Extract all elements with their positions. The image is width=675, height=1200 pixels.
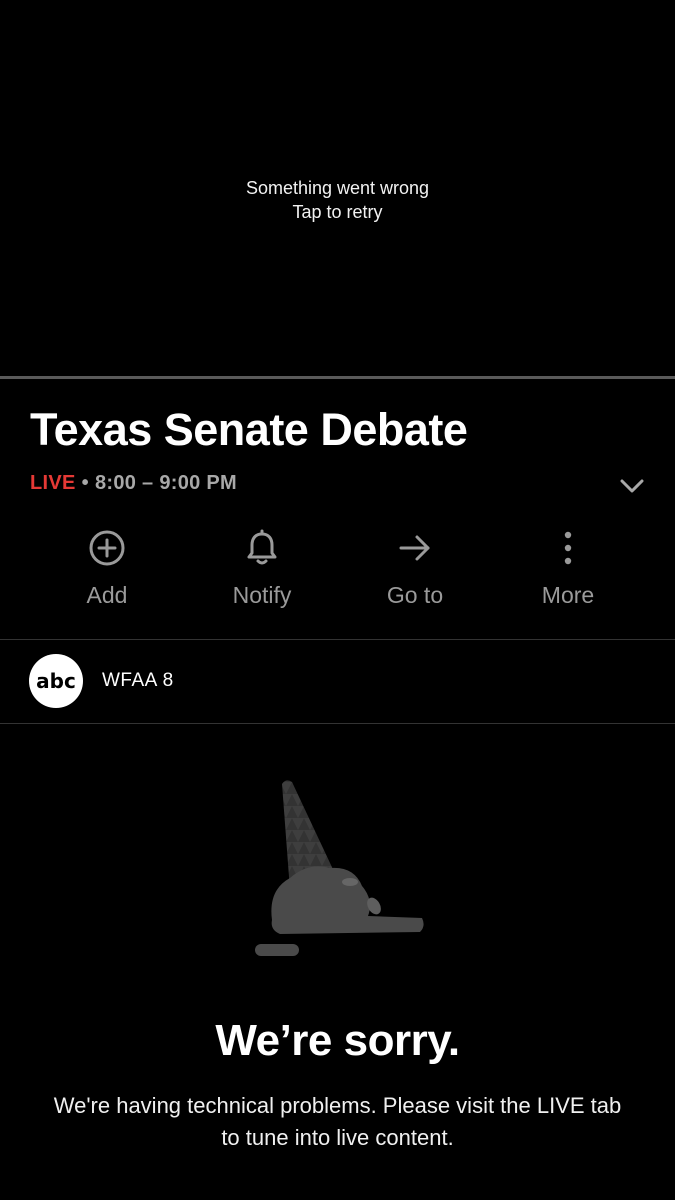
chevron-down-icon[interactable]	[614, 470, 650, 502]
add-button[interactable]: Add	[30, 526, 184, 616]
player-error-text: Something went wrong	[245, 178, 430, 198]
meta-separator: •	[81, 472, 89, 494]
more-button[interactable]: More	[491, 526, 645, 616]
abc-logo: abc	[29, 654, 83, 708]
retry-text[interactable]: Tap to retry	[0, 200, 675, 224]
logo-text: abc	[36, 669, 76, 693]
dropped-ice-cream-illustration	[255, 780, 424, 956]
progress-bar[interactable]	[0, 376, 675, 379]
arrow-right-icon	[399, 535, 430, 561]
player-error-message[interactable]: Something went wrong Tap to retry	[0, 176, 675, 224]
error-message: We're having technical problems. Please …	[53, 1093, 622, 1150]
go-to-label: Go to	[386, 582, 444, 608]
add-label: Add	[86, 582, 128, 608]
live-badge: LIVE	[30, 472, 76, 494]
go-to-button[interactable]: Go to	[338, 526, 492, 616]
channel-name: WFAA 8	[102, 670, 174, 691]
channel-row[interactable]: abc WFAA 8	[0, 640, 675, 724]
program-time: 8:00 – 9:00 PM	[94, 472, 238, 494]
notify-button[interactable]: Notify	[185, 526, 339, 616]
more-vertical-icon	[564, 531, 572, 565]
bell-icon	[247, 529, 277, 565]
program-title: Texas Senate Debate	[30, 404, 468, 455]
add-circle-icon	[89, 530, 125, 566]
program-meta: LIVE • 8:00 – 9:00 PM	[30, 472, 237, 495]
notify-label: Notify	[232, 582, 292, 608]
video-player[interactable]: Something went wrong Tap to retry	[0, 0, 675, 376]
more-label: More	[541, 582, 595, 608]
error-title: We’re sorry.	[215, 1016, 460, 1065]
action-bar: Add Notify Go to More	[30, 526, 645, 616]
divider	[0, 723, 675, 724]
